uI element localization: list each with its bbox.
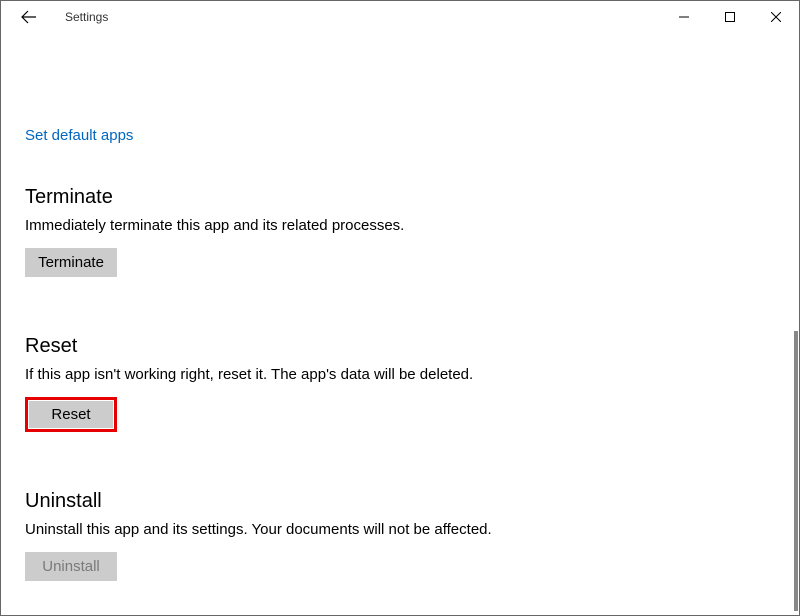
close-button[interactable] [753,1,799,33]
reset-button[interactable]: Reset [29,401,113,428]
window-controls [661,1,799,33]
reset-button-highlight: Reset [25,397,117,432]
minimize-icon [679,12,689,22]
terminate-button[interactable]: Terminate [25,248,117,277]
maximize-button[interactable] [707,1,753,33]
maximize-icon [725,12,735,22]
reset-title: Reset [25,335,775,358]
terminate-desc: Immediately terminate this app and its r… [25,217,775,234]
set-default-apps-link[interactable]: Set default apps [25,127,133,144]
reset-section: Reset If this app isn't working right, r… [25,335,775,432]
uninstall-button: Uninstall [25,552,117,581]
reset-desc: If this app isn't working right, reset i… [25,366,775,383]
terminate-title: Terminate [25,186,775,209]
terminate-section: Terminate Immediately terminate this app… [25,186,775,277]
uninstall-title: Uninstall [25,490,775,513]
content-area: Set default apps Terminate Immediately t… [1,33,799,581]
window-title: Settings [65,10,108,24]
uninstall-section: Uninstall Uninstall this app and its set… [25,490,775,581]
uninstall-desc: Uninstall this app and its settings. You… [25,521,775,538]
scrollbar[interactable] [794,331,798,611]
minimize-button[interactable] [661,1,707,33]
close-icon [771,12,781,22]
back-arrow-icon [21,9,37,25]
back-button[interactable] [9,1,49,33]
titlebar: Settings [1,1,799,33]
